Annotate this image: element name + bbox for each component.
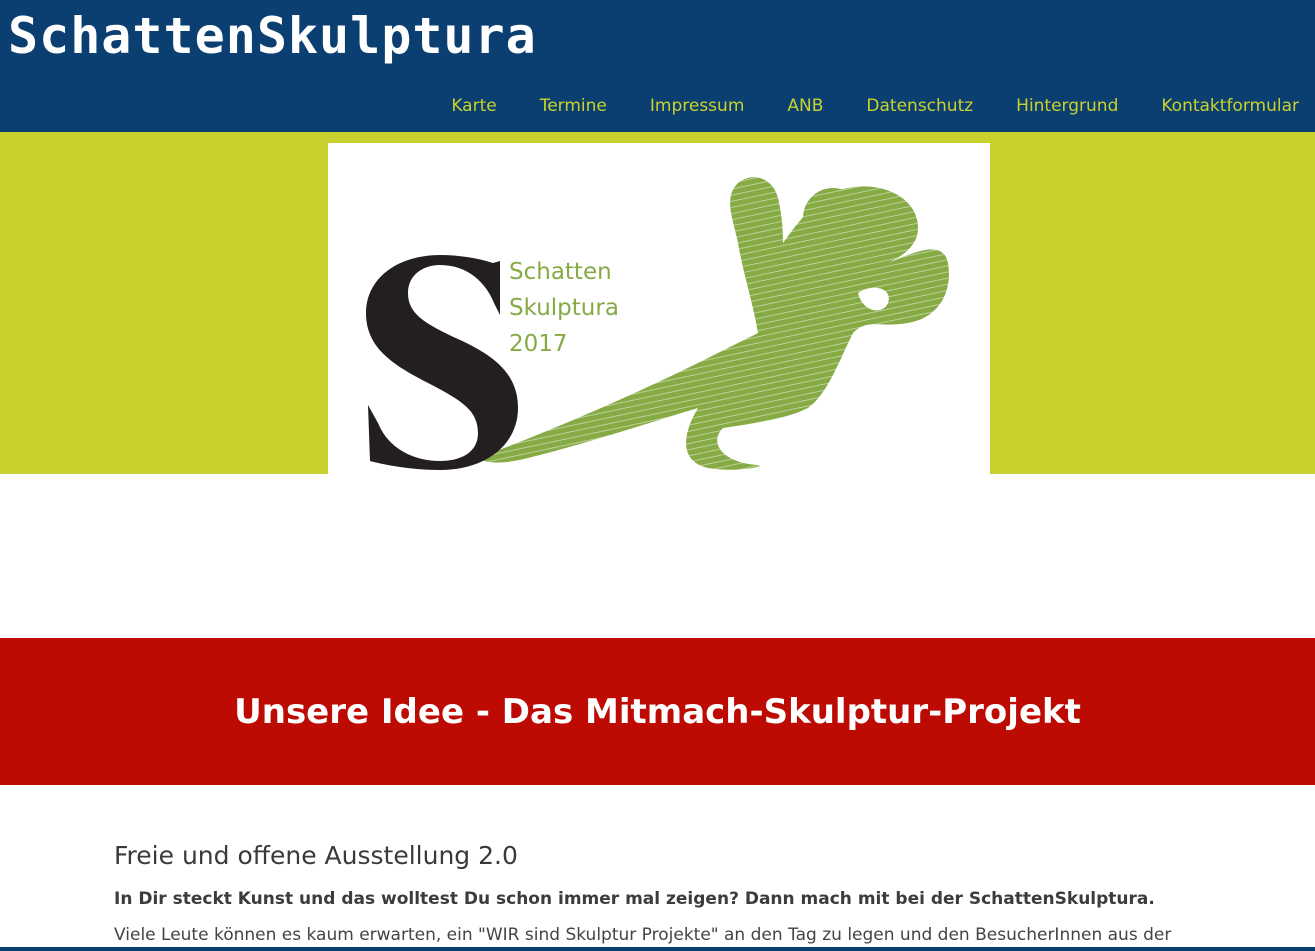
idea-banner: Unsere Idee - Das Mitmach-Skulptur-Proje… <box>0 638 1315 785</box>
nav-item-hintergrund[interactable]: Hintergrund <box>1016 95 1118 117</box>
content-heading: Freie und offene Ausstellung 2.0 <box>114 841 518 870</box>
main-nav: Karte Termine Impressum ANB Datenschutz … <box>451 95 1299 117</box>
nav-item-impressum[interactable]: Impressum <box>650 95 745 117</box>
hero-section: Schatten Skulptura 2017 <box>0 132 1315 474</box>
nav-item-karte[interactable]: Karte <box>451 95 496 117</box>
nav-item-anb[interactable]: ANB <box>787 95 823 117</box>
nav-item-termine[interactable]: Termine <box>540 95 607 117</box>
bottom-divider <box>0 947 1315 951</box>
nav-item-kontaktformular[interactable]: Kontaktformular <box>1161 95 1299 117</box>
content-lead: In Dir steckt Kunst und das wolltest Du … <box>114 889 1155 909</box>
main-content: Freie und offene Ausstellung 2.0 In Dir … <box>114 838 1194 948</box>
nav-item-datenschutz[interactable]: Datenschutz <box>866 95 973 117</box>
logo-line-3: 2017 <box>509 331 568 357</box>
content-text: Viele Leute können es kaum erwarten, ein… <box>114 925 1172 945</box>
site-title[interactable]: SchattenSkulptura <box>8 8 537 64</box>
logo-image: Schatten Skulptura 2017 <box>328 143 990 474</box>
banner-title: Unsere Idee - Das Mitmach-Skulptur-Proje… <box>234 692 1081 732</box>
site-header: SchattenSkulptura Karte Termine Impressu… <box>0 0 1315 132</box>
logo-line-1: Schatten <box>509 259 612 285</box>
logo-letter-s <box>366 255 518 470</box>
logo-line-2: Skulptura <box>509 295 619 321</box>
schattenskulptura-logo: Schatten Skulptura 2017 <box>366 177 949 470</box>
running-figure-icon <box>478 177 949 470</box>
